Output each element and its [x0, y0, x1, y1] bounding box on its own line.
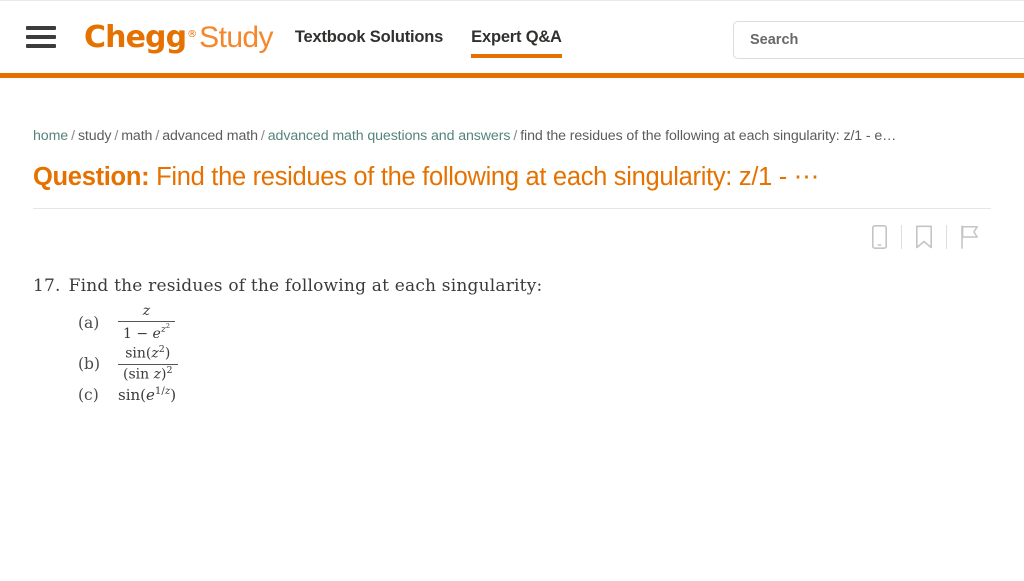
- bookmark-icon[interactable]: [902, 222, 946, 252]
- action-toolbar: [33, 220, 991, 254]
- question-text: Find the residues of the following at ea…: [156, 163, 819, 191]
- breadcrumb: home / study / math / advanced math / advanced m…: [33, 128, 991, 144]
- breadcrumb-item-study[interactable]: study: [78, 128, 112, 144]
- header-accent-rule: [0, 73, 1024, 78]
- part-b-expression: sin(z2) (sin z)2: [118, 344, 178, 383]
- page-title: Question: Find the residues of the follo…: [33, 162, 991, 192]
- breadcrumb-item-home[interactable]: home: [33, 128, 68, 144]
- part-c-expression: sin(e1/z): [118, 385, 177, 404]
- hamburger-bar-2: [26, 35, 56, 39]
- mobile-icon[interactable]: [857, 222, 901, 252]
- nav-item-textbook-solutions[interactable]: Textbook Solutions: [295, 28, 443, 47]
- question-image-content: 17. Find the residues of the following at…: [33, 276, 991, 404]
- page-content: home / study / math / advanced math / advanced m…: [0, 128, 1024, 404]
- problem-parts-list: (a) z 1 − ez2 (b) sin(z2) (sin z)2 (c) s…: [33, 303, 991, 404]
- search-input[interactable]: [733, 21, 1024, 59]
- problem-part-b: (b) sin(z2) (sin z)2: [78, 344, 991, 383]
- logo-product-text: Study: [199, 20, 273, 54]
- breadcrumb-item-advanced-math-qa[interactable]: advanced math questions and answers: [268, 128, 511, 144]
- breadcrumb-separator: /: [155, 128, 160, 144]
- part-b-numerator: sin(z2): [125, 344, 171, 362]
- search-box[interactable]: [733, 21, 1024, 59]
- part-label-c: (c): [78, 385, 99, 404]
- breadcrumb-separator: /: [114, 128, 119, 144]
- part-label-b: (b): [78, 355, 101, 373]
- hamburger-bar-1: [26, 26, 56, 30]
- problem-prompt-text: Find the residues of the following at ea…: [68, 276, 543, 296]
- registered-mark-icon: ®: [187, 28, 198, 40]
- breadcrumb-separator: /: [71, 128, 75, 144]
- question-label: Question:: [33, 163, 150, 191]
- logo-brand-text: Chegg: [84, 19, 187, 55]
- hamburger-bar-3: [26, 44, 56, 48]
- problem-part-c: (c) sin(e1/z): [78, 386, 991, 404]
- part-label-a: (a): [78, 314, 100, 333]
- title-divider: [33, 208, 991, 209]
- breadcrumb-item-advanced-math[interactable]: advanced math: [162, 128, 258, 144]
- flag-icon[interactable]: [947, 222, 991, 252]
- part-a-numerator: z: [142, 303, 151, 319]
- problem-prompt: 17. Find the residues of the following at…: [33, 276, 991, 296]
- site-header: Chegg ® Study Textbook Solutions Expert …: [0, 0, 1024, 73]
- breadcrumb-separator: /: [513, 128, 518, 144]
- breadcrumb-item-math[interactable]: math: [121, 128, 152, 144]
- nav-item-expert-qa[interactable]: Expert Q&A: [471, 28, 562, 58]
- part-a-expression: z 1 − ez2: [118, 303, 175, 343]
- chegg-study-logo[interactable]: Chegg ® Study: [84, 20, 273, 55]
- breadcrumb-separator: /: [260, 128, 265, 144]
- part-a-denominator: 1 − ez2: [118, 320, 175, 343]
- hamburger-menu-icon[interactable]: [26, 26, 56, 48]
- breadcrumb-item-current: find the residues of the following at ea…: [520, 128, 897, 144]
- problem-number: 17.: [33, 276, 61, 296]
- part-b-denominator: (sin z)2: [118, 363, 178, 383]
- problem-part-a: (a) z 1 − ez2: [78, 303, 991, 343]
- primary-nav: Textbook Solutions Expert Q&A: [295, 1, 590, 73]
